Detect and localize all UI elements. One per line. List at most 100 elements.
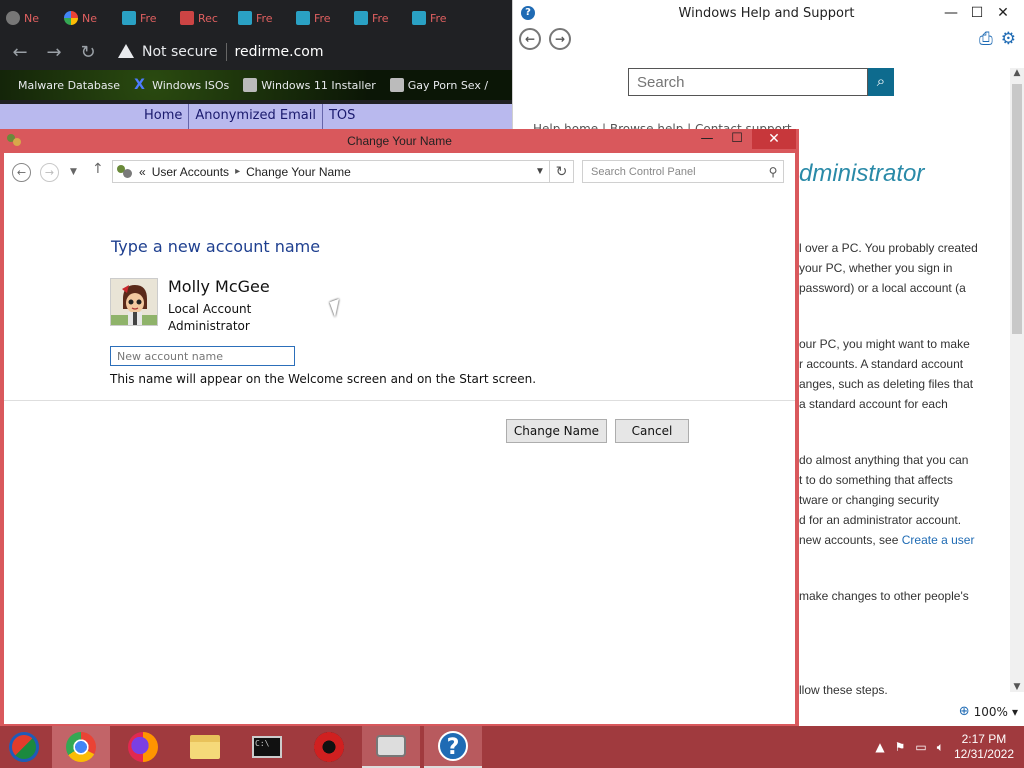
browser-tab[interactable]: Fre: [354, 6, 410, 30]
taskbar-file-explorer[interactable]: [176, 726, 234, 768]
help-icon: ?: [438, 731, 468, 761]
taskbar-chrome[interactable]: [52, 726, 110, 768]
breadcrumb-overflow[interactable]: «: [139, 165, 146, 179]
browser-tab[interactable]: Fre: [238, 6, 294, 30]
taskbar-firefox[interactable]: [114, 726, 172, 768]
control-panel-search: ⚲: [582, 160, 784, 183]
taskbar-control-panel[interactable]: [362, 726, 420, 768]
app-icon: [314, 732, 344, 762]
recent-locations-chevron-icon[interactable]: ▼: [70, 167, 77, 177]
print-icon[interactable]: ⎙: [979, 29, 993, 49]
bookmark-item[interactable]: Gay Porn Sex /: [389, 78, 488, 92]
chevron-down-icon[interactable]: ▼: [531, 166, 549, 177]
taskbar-command-prompt[interactable]: C:\: [238, 726, 296, 768]
account-type: Local Account: [168, 302, 252, 316]
help-search: ⌕: [628, 68, 894, 96]
taskbar: C:\ ? ▲ ⚑ ▭ 🔈︎ 2:17 PM 12/31/2022: [0, 726, 1024, 768]
control-panel-icon: [376, 735, 406, 757]
search-icon[interactable]: ⌕: [868, 68, 894, 96]
maximize-button[interactable]: ☐: [964, 5, 990, 21]
scroll-thumb[interactable]: [1012, 84, 1022, 334]
nav-link-home[interactable]: Home: [138, 104, 190, 130]
chrome-browser-window: Ne Ne Fre Rec Fre Fre Fre Fre ← → ↻ Not …: [0, 0, 512, 130]
network-icon[interactable]: ▭: [915, 740, 926, 754]
browser-tab[interactable]: Fre: [122, 6, 178, 30]
taskbar-help[interactable]: ?: [424, 726, 482, 768]
zoom-control[interactable]: ⊕ 100% ▾: [959, 704, 1018, 719]
search-icon[interactable]: ⚲: [763, 165, 783, 179]
help-search-input[interactable]: [628, 68, 868, 96]
breadcrumb-change-your-name[interactable]: Change Your Name: [246, 165, 351, 179]
browser-tab[interactable]: Fre: [412, 6, 468, 30]
scroll-down-icon[interactable]: ▼: [1010, 682, 1024, 692]
clock-date: 12/31/2022: [953, 747, 1014, 761]
chrome-icon: [66, 732, 96, 762]
scroll-up-icon[interactable]: ▲: [1010, 68, 1024, 78]
site-navigation: Home Anonymized Email TOS: [0, 104, 512, 130]
security-status[interactable]: Not secure: [142, 44, 218, 60]
firefox-icon: [128, 732, 158, 762]
minimize-button[interactable]: —: [692, 129, 722, 149]
bookmark-item[interactable]: X Windows ISOs: [134, 78, 229, 92]
forward-arrow-icon[interactable]: →: [40, 163, 59, 182]
close-button[interactable]: ✕: [990, 5, 1016, 21]
chevron-right-icon[interactable]: ▸: [235, 166, 240, 177]
flag-icon[interactable]: ⚑: [895, 740, 906, 754]
forward-arrow-icon[interactable]: →: [44, 42, 64, 63]
help-window-title: Windows Help and Support: [678, 5, 855, 21]
help-toolbar: ← → ⎙ ⚙: [513, 26, 1024, 52]
zoom-icon: ⊕: [958, 704, 970, 719]
nav-link-anonymized-email[interactable]: Anonymized Email: [189, 104, 323, 130]
maximize-button[interactable]: ☐: [722, 129, 752, 149]
site-icon: [122, 11, 136, 25]
reload-icon[interactable]: ↻: [78, 42, 98, 63]
show-hidden-icons-icon[interactable]: ▲: [875, 740, 884, 754]
warning-icon: [118, 44, 134, 60]
bookmarks-bar: Malware Database X Windows ISOs Windows 1…: [0, 70, 512, 100]
breadcrumb[interactable]: « User Accounts ▸ Change Your Name ▼ ↻: [112, 160, 574, 183]
back-arrow-icon[interactable]: ←: [12, 163, 31, 182]
help-paragraph: l over a PC. You probably created your P…: [799, 241, 978, 295]
browser-tab[interactable]: Ne: [64, 6, 120, 30]
cancel-button[interactable]: Cancel: [615, 419, 689, 443]
chrome-toolbar: ← → ↻ Not secure redirme.com: [0, 36, 512, 68]
forward-arrow-icon[interactable]: →: [549, 28, 571, 50]
close-button[interactable]: ✕: [752, 129, 796, 149]
account-name: Molly McGee: [168, 277, 270, 296]
minimize-button[interactable]: —: [938, 5, 964, 21]
search-input[interactable]: [583, 165, 763, 178]
bookmark-item[interactable]: Malware Database: [18, 79, 120, 92]
browser-tab[interactable]: Rec: [180, 6, 236, 30]
taskbar-stellar[interactable]: [300, 726, 358, 768]
omnibox-divider: [225, 43, 227, 61]
help-scrollbar[interactable]: ▲ ▼: [1010, 68, 1024, 692]
address-bar[interactable]: Not secure redirme.com: [112, 43, 323, 61]
clock[interactable]: 2:17 PM 12/31/2022: [954, 732, 1014, 762]
back-arrow-icon[interactable]: ←: [10, 42, 30, 63]
nav-link-tos[interactable]: TOS: [323, 104, 361, 130]
up-arrow-icon[interactable]: ↑: [92, 161, 104, 177]
create-user-link[interactable]: Create a user: [902, 533, 975, 547]
gear-icon[interactable]: ⚙: [1001, 29, 1016, 49]
back-arrow-icon[interactable]: ←: [519, 28, 541, 50]
help-paragraph: make changes to other people's: [799, 589, 969, 603]
browser-tab[interactable]: Fre: [296, 6, 352, 30]
url-text[interactable]: redirme.com: [235, 44, 324, 60]
browser-tab[interactable]: Ne: [6, 6, 62, 30]
bookmark-item[interactable]: Windows 11 Installer: [243, 78, 376, 92]
site-icon: [296, 11, 310, 25]
page-icon: [243, 78, 258, 92]
name-hint-text: This name will appear on the Welcome scr…: [110, 372, 537, 386]
refresh-icon[interactable]: ↻: [549, 161, 573, 182]
breadcrumb-user-accounts[interactable]: User Accounts: [152, 165, 229, 179]
change-name-button[interactable]: Change Name: [506, 419, 607, 443]
dialog-title: Change Your Name: [347, 134, 452, 148]
volume-icon[interactable]: 🔈︎: [937, 740, 944, 755]
start-button[interactable]: [0, 726, 48, 768]
help-paragraph: llow these steps.: [799, 683, 888, 697]
new-account-name-input[interactable]: [110, 346, 295, 366]
user-accounts-icon: [117, 164, 133, 179]
window-controls: — ☐ ✕: [692, 129, 796, 149]
system-tray: ▲ ⚑ ▭ 🔈︎ 2:17 PM 12/31/2022: [875, 732, 1024, 762]
page-title: Type a new account name: [111, 237, 321, 256]
